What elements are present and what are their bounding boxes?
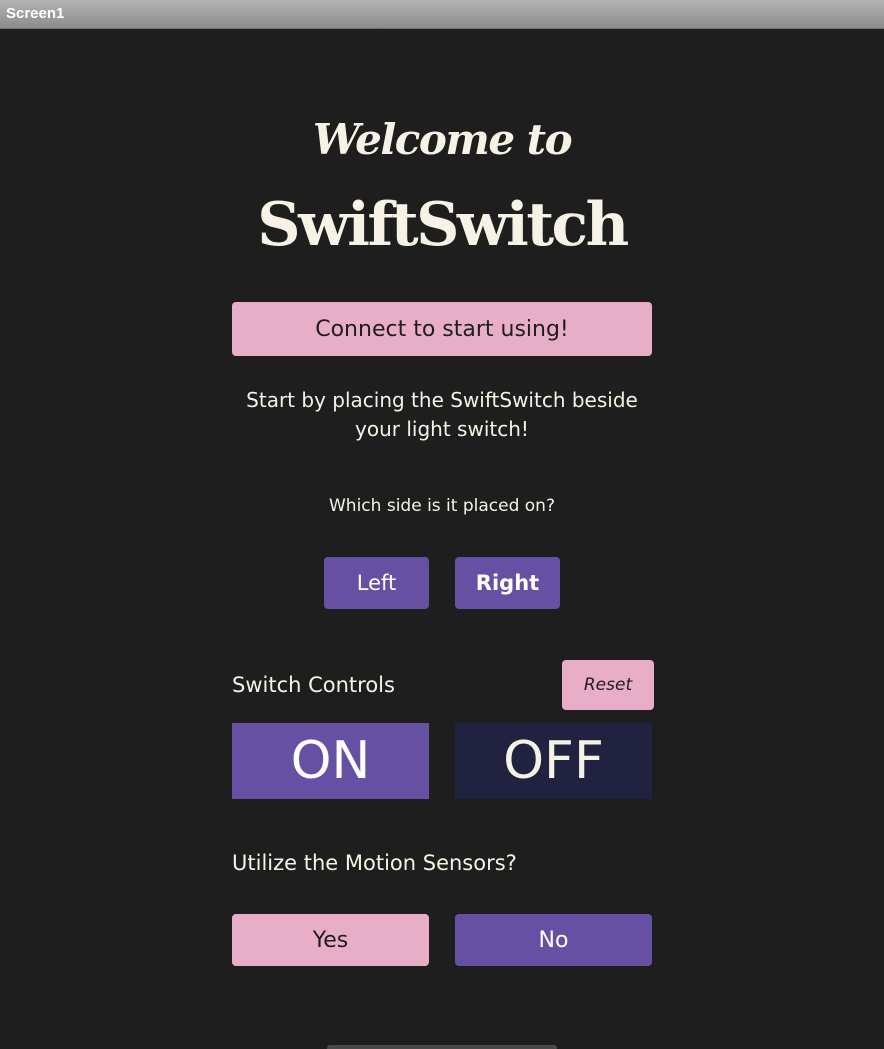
side-question: Which side is it placed on?	[329, 496, 555, 516]
app-screen: Screen1 Welcome to SwiftSwitch Connect t…	[0, 0, 884, 1049]
right-button[interactable]: Right	[455, 557, 560, 609]
instructions-text: Start by placing the SwiftSwitch beside …	[0, 386, 884, 444]
window-title: Screen1	[6, 5, 65, 22]
welcome-heading: Welcome to	[312, 115, 573, 164]
reset-button[interactable]: Reset	[562, 660, 654, 710]
motion-sensors-label: Utilize the Motion Sensors?	[232, 851, 517, 875]
instructions-line-2: your light switch!	[355, 417, 529, 441]
left-button[interactable]: Left	[324, 557, 429, 609]
on-button[interactable]: ON	[232, 723, 429, 799]
switch-controls-label: Switch Controls	[232, 673, 395, 697]
connect-button[interactable]: Connect to start using!	[232, 302, 652, 356]
instructions-line-1: Start by placing the SwiftSwitch beside	[246, 388, 638, 412]
brand-title: SwiftSwitch	[257, 190, 629, 260]
yes-button[interactable]: Yes	[232, 914, 429, 966]
off-button[interactable]: OFF	[455, 723, 652, 799]
title-bar: Screen1	[0, 0, 884, 29]
no-button[interactable]: No	[455, 914, 652, 966]
offscreen-element-edge	[327, 1045, 557, 1049]
